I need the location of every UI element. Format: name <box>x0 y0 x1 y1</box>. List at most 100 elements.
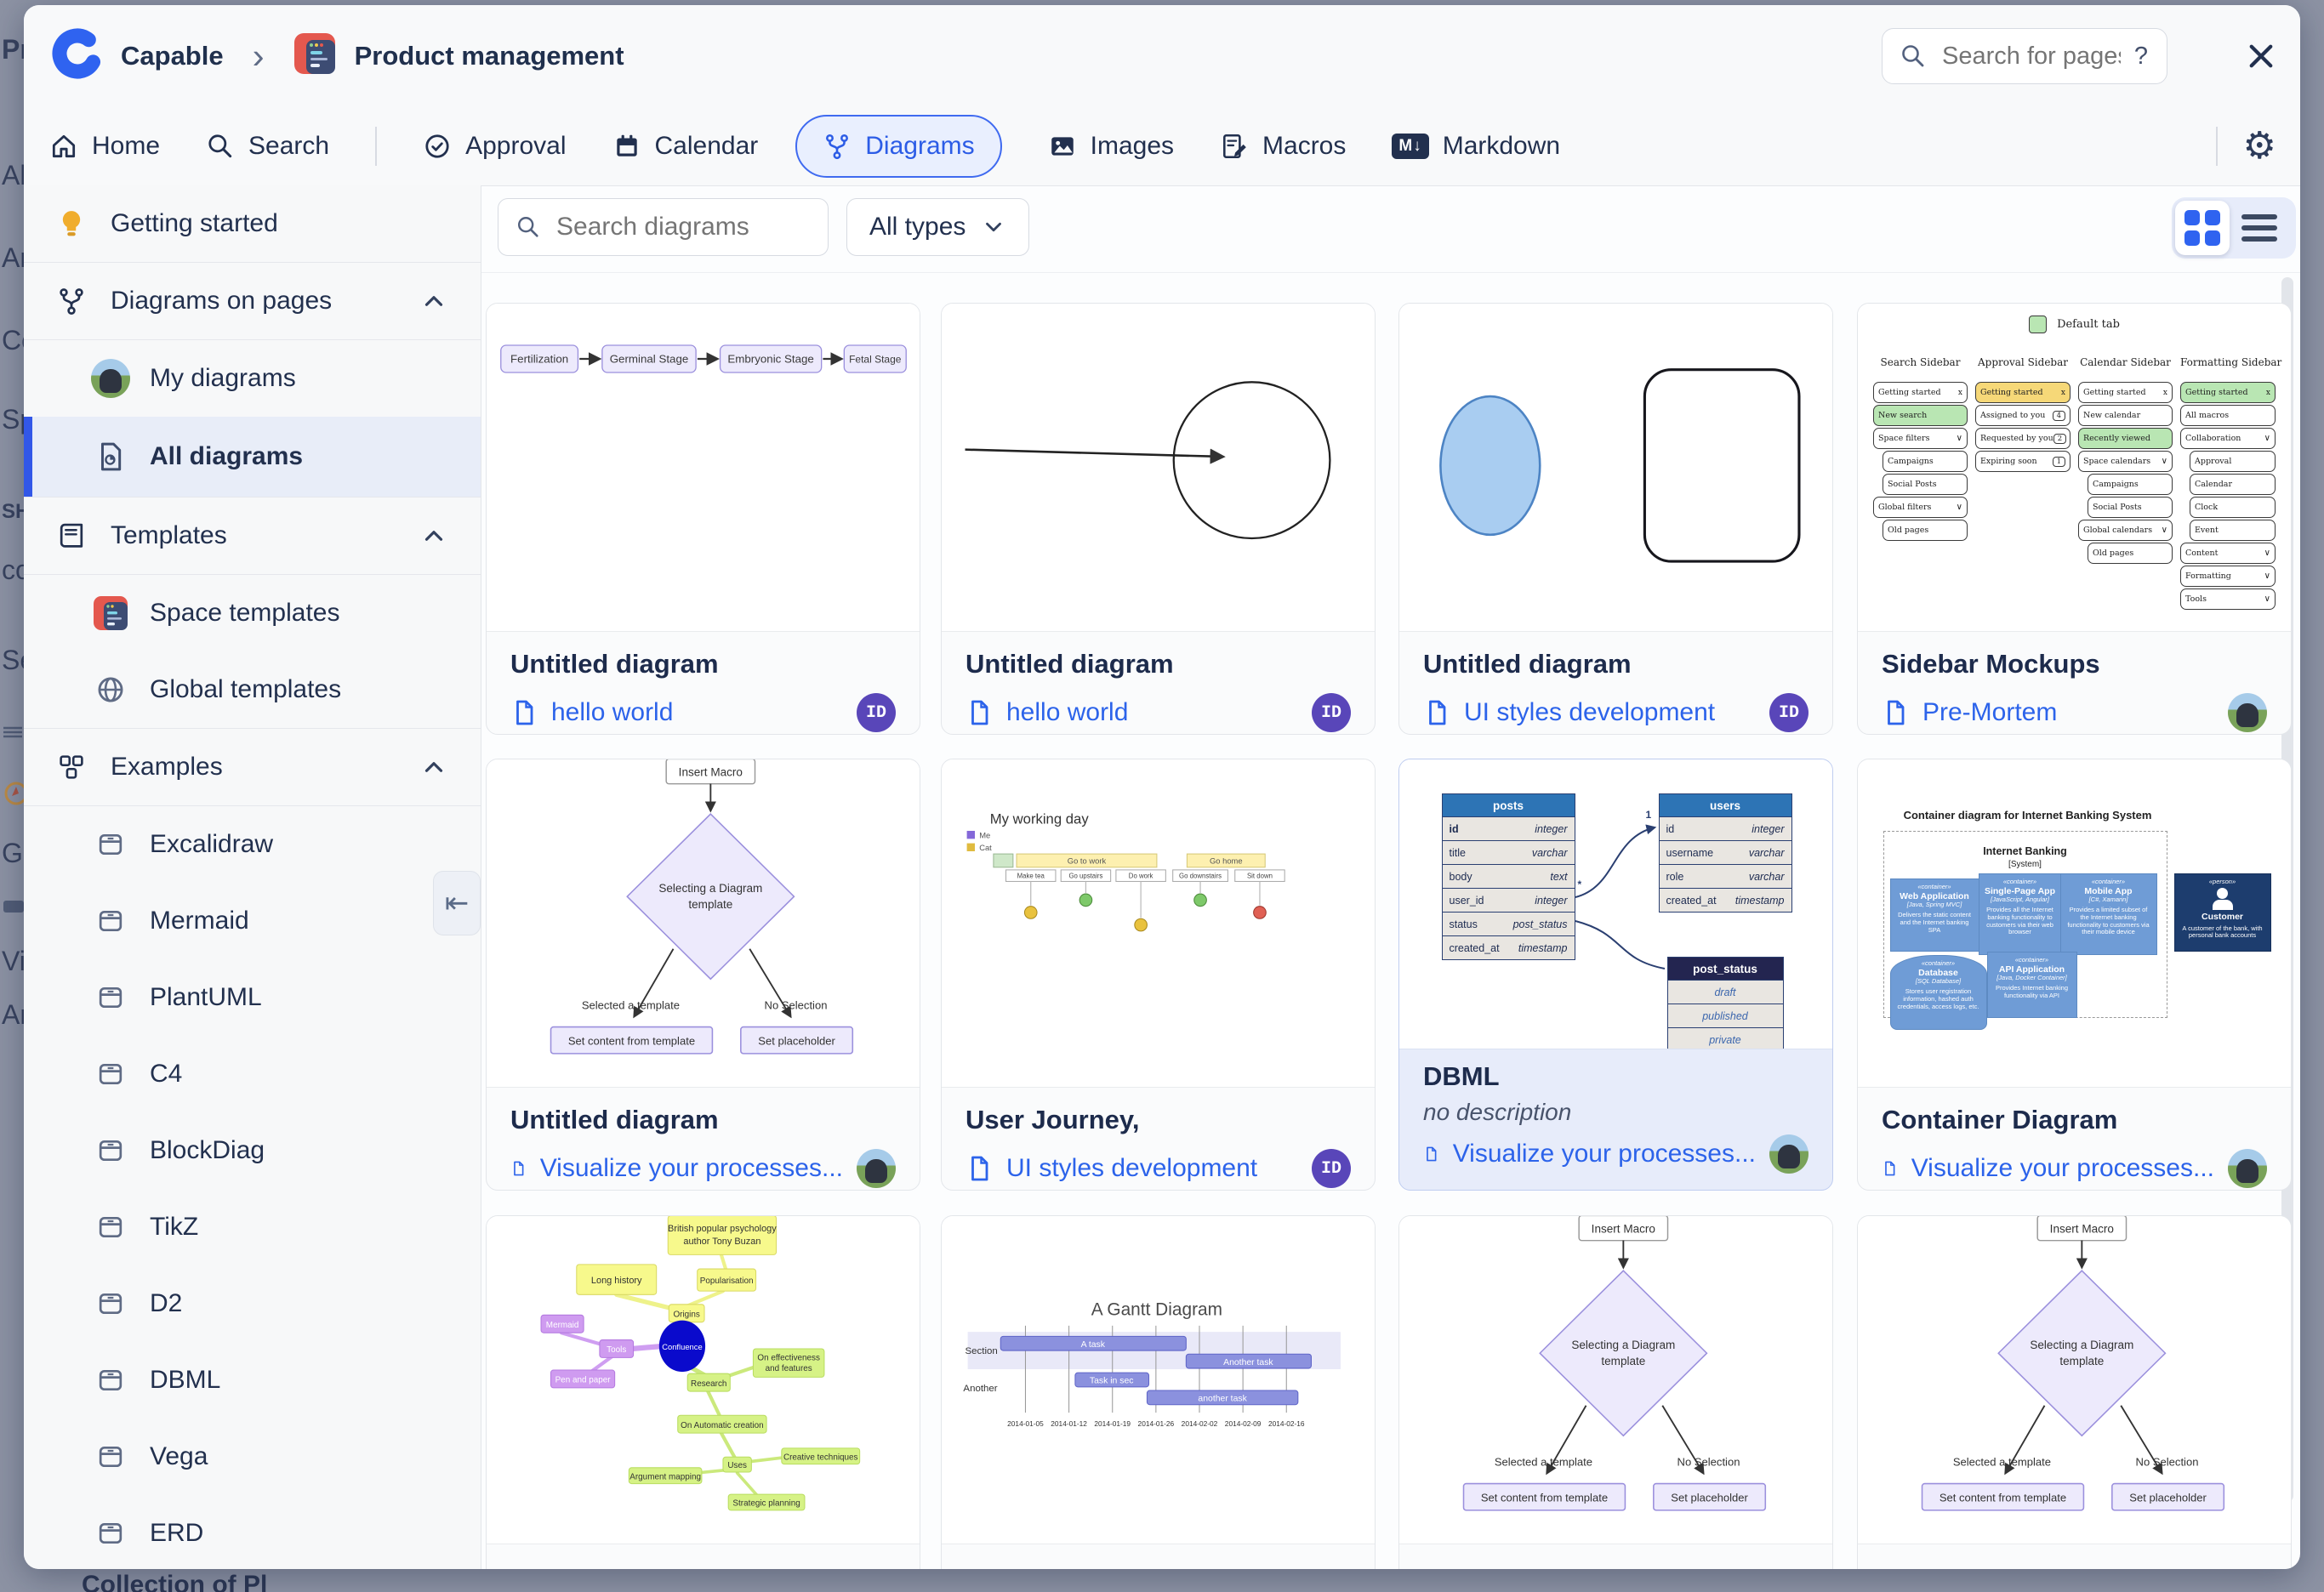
svg-text:Selected a template: Selected a template <box>1494 1456 1592 1469</box>
svg-text:2014-01-26: 2014-01-26 <box>1137 1419 1174 1428</box>
card-page-link[interactable]: Visualize your processes... <box>1911 1154 2214 1183</box>
type-filter-dropdown[interactable]: All types <box>846 198 1029 256</box>
svg-text:2014-02-02: 2014-02-02 <box>1181 1419 1217 1428</box>
box-icon <box>92 829 129 860</box>
card-page-link[interactable]: Visualize your processes... <box>540 1154 843 1183</box>
backdrop-fragment: An <box>2 242 24 274</box>
svg-text:Go upstairs: Go upstairs <box>1068 872 1102 879</box>
sidebar-item-erd[interactable]: ERD <box>24 1495 481 1569</box>
images-icon <box>1048 132 1077 161</box>
sidebar-section-templates[interactable]: Templates <box>24 498 481 574</box>
diagram-card-gantt[interactable]: A Gantt Diagram A task Another task Task… <box>941 1215 1376 1569</box>
list-view-button[interactable] <box>2241 214 2277 242</box>
sidebar-item-dbml[interactable]: DBML <box>24 1342 481 1419</box>
chevron-up-icon[interactable] <box>419 287 448 316</box>
header: Capable › Product management ? <box>24 5 2300 107</box>
svg-text:another task: another task <box>1198 1395 1247 1404</box>
svg-text:and features: and features <box>765 1364 812 1373</box>
card-page-link[interactable]: hello world <box>1006 698 1128 727</box>
svg-text:Long history: Long history <box>590 1276 641 1286</box>
diagram-card-macro-flow-3[interactable]: Insert Macro Selecting a Diagram templat… <box>1857 1215 2292 1569</box>
svg-text:author Tony Buzan: author Tony Buzan <box>683 1237 760 1247</box>
tab-macros[interactable]: Macros <box>1220 132 1346 161</box>
sidebar-section-examples[interactable]: Examples <box>24 729 481 805</box>
sidebar-item-my-diagrams[interactable]: My diagrams <box>24 340 481 417</box>
backdrop-fragment: Al <box>2 160 24 191</box>
chevron-up-icon[interactable] <box>419 753 448 782</box>
diagram-card-sidebar-mockups[interactable]: Default tab Search SidebarGetting starte… <box>1857 303 2292 735</box>
diagram-card-container-diagram[interactable]: Container diagram for Internet Banking S… <box>1857 759 2292 1191</box>
diagram-card-mindmap[interactable]: British popular psychologyauthor Tony Bu… <box>486 1215 920 1569</box>
tab-approval[interactable]: Approval <box>423 132 566 161</box>
diagram-search-input[interactable] <box>555 212 813 242</box>
sidebar-item-d2[interactable]: D2 <box>24 1265 481 1342</box>
svg-text:2014-01-05: 2014-01-05 <box>1007 1419 1044 1428</box>
sidebar-item-blockdiag[interactable]: BlockDiag <box>24 1112 481 1189</box>
sidebar-item-mermaid[interactable]: Mermaid <box>24 883 481 959</box>
svg-text:Cat: Cat <box>979 843 992 852</box>
svg-text:2014-01-19: 2014-01-19 <box>1094 1419 1131 1428</box>
avatar <box>1769 1134 1809 1174</box>
svg-text:Creative techniques: Creative techniques <box>783 1453 857 1462</box>
mockup-item: Content∨ <box>2180 543 2276 564</box>
chevron-up-icon[interactable] <box>419 521 448 550</box>
thumbnail-sidebar-mockups: Default tab Search SidebarGetting starte… <box>1858 304 2291 632</box>
backdrop-fragment: Vi <box>2 946 24 977</box>
tab-diagrams-active[interactable]: Diagrams <box>795 115 1001 178</box>
svg-text:Set placeholder: Set placeholder <box>1671 1491 1748 1504</box>
breadcrumb-page[interactable]: Product management <box>355 41 624 71</box>
sidebar-item-all-diagrams[interactable]: All diagrams <box>24 417 481 497</box>
sidebar-item-getting-started[interactable]: Getting started <box>24 185 481 262</box>
thumbnail-c4-container: Container diagram for Internet Banking S… <box>1858 759 2291 1088</box>
mockup-columns: Search SidebarGetting startedxNew search… <box>1873 356 2276 611</box>
sidebar-item-plantuml[interactable]: PlantUML <box>24 959 481 1036</box>
tab-search[interactable]: Search <box>206 132 329 161</box>
tab-home[interactable]: Home <box>49 132 160 161</box>
sidebar-item-excalidraw[interactable]: Excalidraw <box>24 806 481 883</box>
file-icon <box>510 699 538 726</box>
card-page-link[interactable]: Visualize your processes... <box>1453 1140 1756 1168</box>
capable-logo-icon[interactable] <box>49 26 105 86</box>
sidebar-item-tikz[interactable]: TikZ <box>24 1189 481 1265</box>
svg-text:Mermaid: Mermaid <box>545 1321 578 1330</box>
grid-view-button[interactable] <box>2175 201 2230 255</box>
diagram-card-dbml-selected[interactable]: posts idinteger titlevarchar bodytext us… <box>1398 759 1833 1191</box>
card-title: User Journey, <box>965 1105 1351 1135</box>
c4-box-web-application: «container»Web Application[Java, Spring … <box>1890 878 1979 952</box>
sidebar-item-global-templates[interactable]: Global templates <box>24 651 481 728</box>
svg-text:Fertilization: Fertilization <box>510 352 568 365</box>
sidebar-item-vega[interactable]: Vega <box>24 1419 481 1495</box>
diagram-card-user-journey[interactable]: My working day Me Cat Go to work Go home… <box>941 759 1376 1191</box>
gear-icon[interactable]: ⚙ <box>2243 128 2276 165</box>
svg-text:Task in sec: Task in sec <box>1089 1377 1133 1386</box>
file-icon <box>510 1155 527 1182</box>
sidebar-section-diagrams-on-pages[interactable]: Diagrams on pages <box>24 263 481 339</box>
tab-markdown[interactable]: M↓ Markdown <box>1392 132 1560 161</box>
diagram-card-shapes[interactable]: Untitled diagram UI styles development I… <box>1398 303 1833 735</box>
tab-images[interactable]: Images <box>1048 132 1174 161</box>
card-title: Untitled diagram <box>1423 649 1809 679</box>
lightbulb-icon <box>53 208 90 240</box>
diagram-card-macro-flow[interactable]: Insert Macro Selecting a Diagram templat… <box>486 759 920 1191</box>
workspace-name[interactable]: Capable <box>121 41 224 71</box>
sidebar-collapse-button[interactable]: ⇤ <box>433 871 481 935</box>
card-page-link[interactable]: Pre-Mortem <box>1922 698 2057 727</box>
sidebar-item-c4[interactable]: C4 <box>24 1036 481 1112</box>
card-page-link[interactable]: UI styles development <box>1006 1154 1257 1183</box>
sidebar-item-space-templates[interactable]: Space templates <box>24 575 481 651</box>
diagram-card-stages[interactable]: Fertilization Germinal Stage Embryonic S… <box>486 303 920 735</box>
card-page-link[interactable]: UI styles development <box>1464 698 1715 727</box>
avatar <box>2228 1149 2267 1188</box>
grid-icon <box>2184 210 2220 246</box>
mockup-item: Global filters∨ <box>1873 497 1968 518</box>
svg-text:Selected a template: Selected a template <box>581 999 679 1012</box>
mockup-item: Collaboration∨ <box>2180 428 2276 449</box>
close-icon[interactable] <box>2242 37 2280 75</box>
diagrams-branch-icon <box>53 286 90 316</box>
tab-calendar[interactable]: Calendar <box>612 132 759 161</box>
diagram-card-circle-arrow[interactable]: Untitled diagram hello world ID <box>941 303 1376 735</box>
page-search-input[interactable] <box>1940 42 2122 71</box>
diagram-card-macro-flow-2[interactable]: Insert Macro Selecting a Diagram templat… <box>1398 1215 1833 1569</box>
card-page-link[interactable]: hello world <box>551 698 673 727</box>
document-chart-icon <box>92 441 129 473</box>
